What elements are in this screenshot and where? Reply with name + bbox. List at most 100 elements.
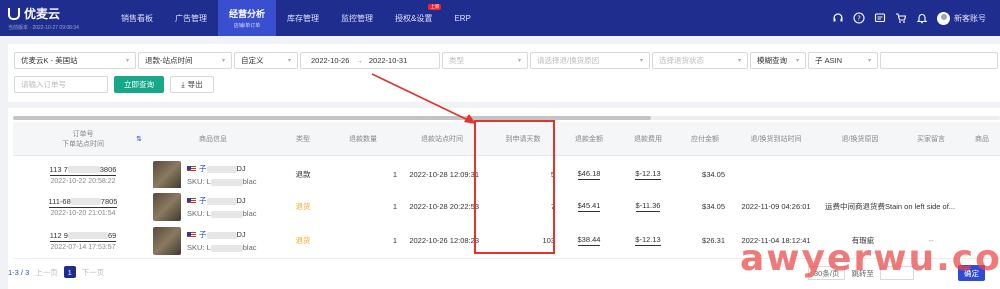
type-placeholder: 类型 [449,56,464,65]
sort-icon[interactable]: ⇅ [133,122,145,156]
download-icon: ⤓ [181,79,185,89]
reason-select[interactable]: 请选择退/换货原因 ▾ [530,52,650,69]
product-thumbnail[interactable] [153,160,181,189]
brand[interactable]: 优麦云 当前版本 · 2022-10-27 09:08:34 [0,0,110,36]
scrollbar-thumb[interactable] [13,116,651,120]
col-refund-time-label: 退款站点时间 [421,136,463,143]
redacted-block [70,198,101,206]
refund-amount[interactable]: $38.44 [577,235,601,246]
refund-amount[interactable]: $45.41 [577,201,601,212]
refund-amount-cell[interactable]: $38.44 [563,222,615,259]
store-select[interactable]: 优麦云K - 美国站 ▾ [14,52,136,69]
order-time: 2022-10-20 21:01:54 [50,209,116,217]
user-name[interactable]: 新客账号 [954,13,986,24]
asin-input[interactable] [880,52,998,69]
nav-label: ERP [454,13,471,23]
chevron-down-icon: ▾ [795,58,799,64]
col-order-label: 订单号 [72,131,94,138]
order-prefix: 111-68 [48,196,71,206]
col-order[interactable]: 订单号 下单站点时间 [33,122,133,156]
cart-icon[interactable] [895,12,907,24]
nav-item-erp[interactable]: ERP [443,0,481,36]
product-cell: 子 DJ SKU: L blac [153,188,281,225]
fuzzy-value: 模糊查询 [757,56,787,65]
headset-icon[interactable] [832,12,844,24]
col-paid: 应付金额 [677,122,733,156]
chevron-down-icon: ▾ [867,58,871,64]
bell-icon[interactable] [916,12,928,24]
col-qty-label: 退款数量 [349,136,377,143]
col-buyer-msg-label: 买家留言 [917,136,945,143]
nav-item-analysis[interactable]: 经营分析 店铺/单订单 [218,0,277,36]
nav-label: 广告管理 [175,13,207,23]
refund-fee[interactable]: $-11.36 [635,201,661,212]
new-badge: 上新 [428,4,442,10]
return-time-cell: 2022-11-09 04:26:01 [741,202,811,211]
col-return-reason-label: 退/换货原因 [841,136,879,143]
fuzzy-search-select[interactable]: 模糊查询 ▾ [750,52,806,69]
order-cell: 112 9 69 2022-07-14 17:53:57 [33,222,133,259]
col-more: 商品 [967,122,997,156]
range-type-select[interactable]: 自定义 ▾ [234,52,298,69]
status-select[interactable]: 选择退货状态 ▾ [652,52,748,69]
refund-fee-cell[interactable]: $-11.36 [619,188,677,225]
return-reason-cell: 运费中间商退货费Stain on left side of... [825,202,956,211]
redacted-block [210,244,243,252]
order-number[interactable]: 113 7 3806 [49,164,117,176]
next-page-button[interactable]: 下一页 [82,267,105,278]
order-prefix: 113 7 [49,164,68,174]
time-type-value: 退款-站点时间 [145,56,193,65]
nav-label: 监控管理 [341,13,374,23]
col-product: 商品信息 [153,122,273,156]
nav-item-inventory[interactable]: 库存管理 [276,0,330,36]
store-value: 优麦云K - 美国站 [21,56,78,65]
time-type-select[interactable]: 退款-站点时间 ▾ [138,52,232,69]
refund-fee-cell[interactable]: $-12.13 [619,222,677,259]
qty-cell: 1 [392,202,397,211]
help-icon[interactable]: ? [853,12,865,24]
order-number[interactable]: 112 9 69 [49,231,117,242]
qty-cell: 1 [392,236,397,245]
avatar[interactable] [937,11,950,25]
export-button[interactable]: ⤓ 导出 [170,76,214,93]
redacted-block [67,232,108,240]
chevron-down-icon: ▾ [125,58,129,64]
range-type-value: 自定义 [241,56,264,65]
refund-amount-cell[interactable]: $45.41 [563,188,615,225]
status-placeholder: 选择退货状态 [659,56,704,65]
sku-prefix: SKU: L [187,209,211,218]
nav-item-sales[interactable]: 销售看板 [110,0,164,36]
prod-suffix: DJ [236,230,246,239]
chevron-down-icon: ▾ [639,58,643,64]
nav-label: 经营分析 [229,9,266,19]
reason-placeholder: 请选择退/换货原因 [537,56,600,65]
nav-item-ads[interactable]: 广告管理 [164,0,218,36]
col-type-label: 类型 [296,136,310,143]
col-order-sub: 下单站点时间 [62,141,104,148]
nav-item-settings[interactable]: 授权&设置 上新 [384,0,443,36]
nav-item-monitor[interactable]: 监控管理 [330,0,384,36]
page-1-button[interactable]: 1 [63,266,76,278]
col-paid-label: 应付金额 [691,136,719,143]
refund-fee[interactable]: $-12.13 [635,235,661,246]
chevron-down-icon: ▾ [517,58,521,64]
sku-prefix: SKU: L [187,243,211,252]
pager-range: 1-3 / 3 [8,267,30,277]
product-thumbnail[interactable] [153,226,181,255]
prev-page-button[interactable]: 上一页 [35,267,58,278]
type-select[interactable]: 类型 ▾ [442,52,528,69]
date-range-picker[interactable]: 2022-10-26 → 2022-10-31 [300,52,440,69]
paid-cell: $34.05 [702,202,725,211]
brand-sub: 当前版本 · 2022-10-27 09:08:34 [8,25,79,31]
order-number-input[interactable]: 请输入订单号 [14,76,108,93]
message-icon[interactable] [874,12,886,24]
svg-text:?: ? [857,15,861,23]
refund-fee[interactable]: $-12.13 [635,169,661,180]
asin-type-select[interactable]: 子 ASIN ▾ [808,52,878,69]
product-thumbnail[interactable] [153,192,181,221]
order-time: 2022-10-22 20:58:22 [50,177,116,185]
order-number[interactable]: 111-68 7805 [48,196,118,208]
prod-suffix: DJ [236,196,246,205]
refund-amount[interactable]: $46.18 [577,169,601,180]
search-button[interactable]: 立即查询 [114,76,164,93]
